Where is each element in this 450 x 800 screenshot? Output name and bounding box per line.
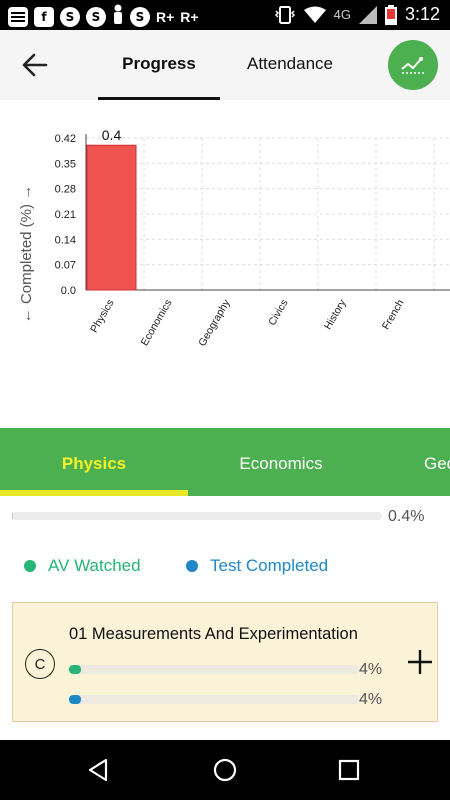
y-axis-label: ← Completed (%) →	[18, 185, 35, 323]
overall-progress-label: 0.4%	[388, 508, 425, 525]
av-watched-progress-fill	[69, 665, 81, 674]
network-type: 4G	[333, 7, 351, 22]
x-tick-label: French	[380, 297, 407, 331]
y-tick-label: 0.35	[55, 158, 76, 170]
r-plus-app-icon: R+	[156, 8, 175, 25]
chapter-card[interactable]: C 01 Measurements And Experimentation 4%…	[12, 602, 438, 722]
data-label: 0.4	[102, 127, 122, 143]
tab-progress[interactable]: Progress	[98, 54, 220, 74]
x-tick-label: Economics	[139, 298, 175, 348]
test-completed-dot	[186, 560, 198, 572]
legend-av-watched-label: AV Watched	[48, 556, 141, 575]
status-system: 4G 3:12	[274, 4, 440, 25]
x-tick-label: Civics	[266, 298, 290, 328]
status-bar: f S S S R+ R+ 4G 3:12	[0, 0, 450, 30]
tab-physics[interactable]: Physics	[0, 454, 188, 474]
tab-geography[interactable]: Geo	[424, 454, 450, 474]
test-completed-progress-fill	[69, 695, 81, 704]
y-tick-label: 0.28	[55, 184, 76, 196]
s-app-icon: S	[86, 6, 106, 27]
y-tick-label: 0.0	[61, 285, 76, 297]
x-tick-label: History	[322, 297, 349, 332]
y-tick-label: 0.21	[55, 209, 76, 221]
av-watched-percent: 4%	[359, 661, 383, 678]
battery-icon	[384, 4, 397, 25]
subject-tab-indicator	[0, 490, 188, 496]
av-watched-dot	[24, 560, 36, 572]
x-tick-label: Geography	[196, 297, 233, 349]
notification-icon	[8, 6, 28, 27]
app-header: Progress Attendance	[0, 30, 450, 100]
status-notifications: f S S S R+ R+	[8, 4, 199, 29]
nav-back-button[interactable]	[84, 755, 114, 785]
progress-chart: 0.0 0.07 0.14 0.21 0.28 0.35 0.42 0.4 Physics Eco…	[0, 100, 450, 428]
legend-av-watched: AV Watched	[24, 556, 141, 576]
tab-attendance[interactable]: Attendance	[230, 54, 350, 74]
x-tick-label: Physics	[88, 298, 116, 335]
wifi-icon	[303, 6, 326, 23]
y-tick-label: 0.42	[55, 133, 76, 145]
test-completed-percent: 4%	[359, 691, 383, 708]
arrow-left-icon	[22, 53, 48, 77]
av-watched-progress-track	[69, 665, 359, 674]
chapter-title: 01 Measurements And Experimentation	[69, 625, 358, 643]
analytics-button[interactable]	[388, 40, 438, 90]
y-tick-label: 0.07	[55, 260, 76, 272]
nav-home-button[interactable]	[210, 755, 240, 785]
bar-physics	[86, 144, 137, 291]
person-icon	[112, 4, 124, 29]
trend-chart-icon	[401, 57, 424, 74]
back-button[interactable]	[18, 48, 52, 82]
triangle-back-icon	[88, 758, 108, 782]
s-app-icon: S	[130, 6, 150, 27]
expand-button[interactable]	[405, 647, 435, 677]
clock: 3:12	[404, 4, 440, 24]
signal-icon	[358, 5, 377, 24]
system-nav-bar	[0, 740, 450, 800]
overall-progress-track	[12, 512, 382, 520]
legend-test-completed: Test Completed	[186, 556, 328, 576]
square-recents-icon	[338, 759, 360, 781]
vibrate-icon	[274, 5, 295, 24]
facebook-icon: f	[34, 6, 54, 27]
tab-economics[interactable]: Economics	[188, 454, 374, 474]
circle-home-icon	[213, 758, 237, 782]
bar-chart: 0.0 0.07 0.14 0.21 0.28 0.35 0.42 0.4 Physics Eco…	[18, 127, 450, 349]
nav-recents-button[interactable]	[334, 755, 364, 785]
subject-tab-bar: Physics Economics Geo	[0, 428, 450, 496]
y-tick-label: 0.14	[55, 234, 76, 246]
chapter-badge: C	[25, 649, 55, 679]
plus-icon	[408, 650, 432, 674]
legend-test-completed-label: Test Completed	[210, 556, 329, 575]
r-plus-app-icon: R+	[180, 8, 199, 25]
s-app-icon: S	[60, 6, 80, 27]
test-completed-progress-track	[69, 695, 359, 704]
